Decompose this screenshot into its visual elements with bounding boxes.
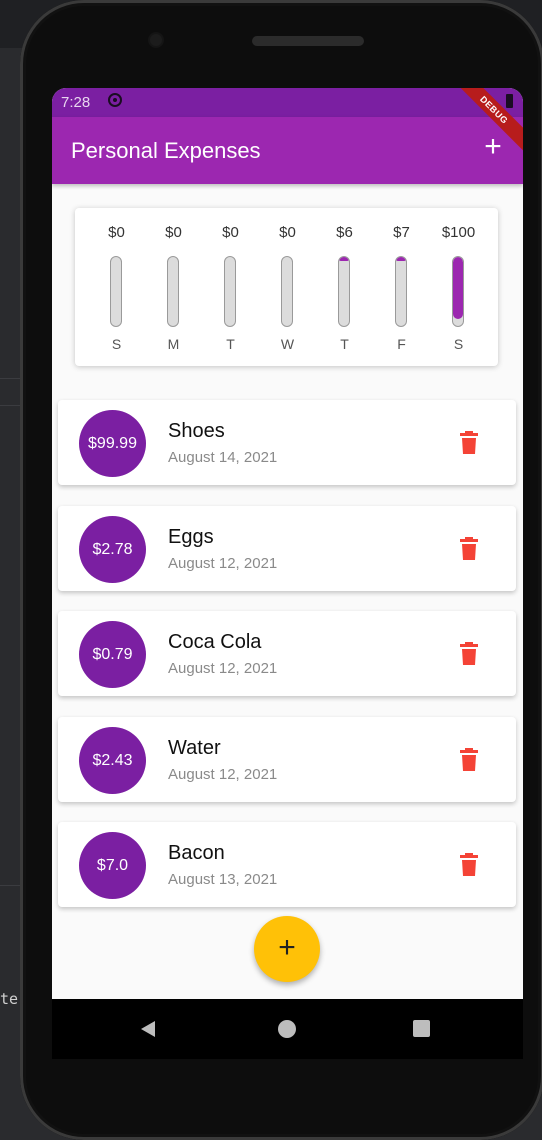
transaction-date: August 13, 2021 (168, 871, 278, 888)
delete-icon[interactable] (459, 431, 479, 455)
transaction-title: Coca Cola (168, 631, 262, 653)
chart-bar-column: $0 M (145, 208, 202, 366)
chart-bar-amount: $0 (279, 224, 296, 241)
transaction-date: August 12, 2021 (168, 660, 278, 677)
recent-apps-icon[interactable] (413, 1020, 430, 1037)
chart-bar-amount: $100 (441, 224, 476, 241)
status-bar: 7:28 (52, 88, 523, 117)
chart-bar-column: $6 T (316, 208, 373, 366)
transaction-amount-avatar: $2.78 (79, 515, 146, 583)
transaction-amount-avatar: $2.43 (79, 726, 146, 794)
chart-bar-track (224, 256, 236, 327)
transaction-card: $99.99 Shoes August 14, 2021 (58, 400, 516, 485)
chart-day-label: T (226, 336, 235, 352)
chart-day-label: S (111, 336, 122, 352)
chart-bar-column: $7 F (373, 208, 430, 366)
weekly-chart: $0 S $0 M $0 T $0 W $6 T $7 F $100 S (75, 208, 498, 366)
phone-screen: 7:28 Personal Expenses + DEBUG $0 S $0 M $0 T… (52, 88, 523, 999)
chart-day-label: F (397, 336, 406, 352)
delete-icon[interactable] (459, 853, 479, 877)
back-icon[interactable] (141, 1021, 155, 1037)
transaction-date: August 14, 2021 (168, 449, 278, 466)
chart-day-label: T (340, 336, 349, 352)
transaction-card: $2.78 Eggs August 12, 2021 (58, 505, 516, 591)
transaction-card: $0.79 Coca Cola August 12, 2021 (58, 611, 516, 696)
transaction-card: $2.43 Water August 12, 2021 (58, 716, 516, 802)
transaction-amount-avatar: $7.0 (79, 832, 146, 899)
transaction-date: August 12, 2021 (168, 765, 278, 783)
chart-bar (453, 257, 463, 320)
chart-bar-column: $100 S (430, 208, 487, 366)
home-icon[interactable] (278, 1020, 296, 1038)
chart-bar-track (395, 256, 407, 327)
chart-bar-column: $0 S (88, 208, 145, 366)
ide-text-fragment: te (0, 990, 19, 1008)
chart-day-label: M (167, 336, 180, 352)
chart-day-label: S (453, 336, 464, 352)
android-nav-bar (52, 999, 523, 1059)
delete-icon[interactable] (459, 747, 479, 772)
transaction-title: Shoes (168, 420, 225, 442)
chart-bar-track (452, 256, 464, 327)
delete-icon[interactable] (459, 642, 479, 666)
speaker-grille (252, 36, 364, 46)
transaction-card: $7.0 Bacon August 13, 2021 (58, 822, 516, 907)
page-title: Personal Expenses (71, 138, 261, 163)
battery-icon (506, 94, 513, 108)
transaction-title: Bacon (168, 842, 225, 864)
notification-icon (108, 93, 122, 107)
chart-bar-column: $0 W (259, 208, 316, 366)
chart-bar-track (281, 256, 293, 327)
add-transaction-fab[interactable]: + (254, 916, 320, 982)
chart-bar (396, 257, 406, 261)
transaction-title: Eggs (168, 525, 214, 548)
chart-bar (339, 257, 349, 261)
chart-bar-track (338, 256, 350, 327)
chart-bar-amount: $7 (393, 224, 410, 241)
transaction-amount-avatar: $0.79 (79, 621, 146, 688)
chart-bar-track (110, 256, 122, 327)
transaction-title: Water (168, 736, 221, 759)
transaction-amount-avatar: $99.99 (79, 410, 146, 477)
chart-bar-amount: $0 (108, 224, 125, 241)
app-bar: Personal Expenses + (52, 117, 523, 184)
transaction-date: August 12, 2021 (168, 554, 278, 572)
delete-icon[interactable] (459, 536, 479, 561)
chart-bar-column: $0 T (202, 208, 259, 366)
chart-day-label: W (280, 336, 295, 352)
camera-icon (150, 34, 162, 46)
chart-bar-amount: $6 (336, 224, 353, 241)
chart-bar-amount: $0 (222, 224, 239, 241)
chart-bar-track (167, 256, 179, 327)
status-time: 7:28 (61, 94, 91, 111)
chart-bar-amount: $0 (165, 224, 182, 241)
add-transaction-button[interactable]: + (479, 132, 507, 162)
